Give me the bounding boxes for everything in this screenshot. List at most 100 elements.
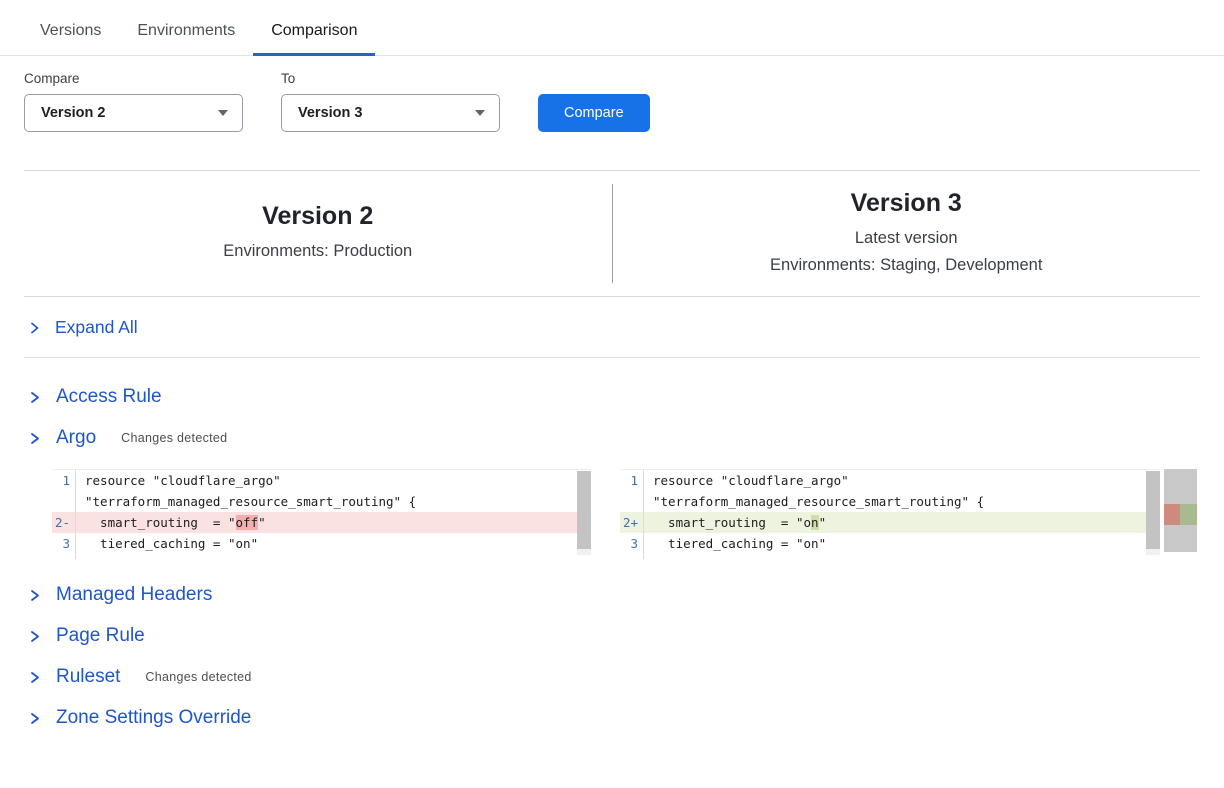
- code-text: }: [76, 554, 93, 559]
- version-right-latest-label: Latest version: [613, 225, 1201, 252]
- chevron-right-icon: [28, 321, 41, 335]
- chevron-right-icon: [28, 431, 41, 446]
- line-number: 2-: [52, 512, 76, 533]
- code-text: smart_routing = "off": [76, 512, 266, 533]
- compare-form: Compare Version 2 To Version 3 Compare: [0, 56, 1224, 132]
- version-headers: Version 2 Environments: Production Versi…: [24, 171, 1200, 296]
- code-segment: tiered_caching = "on": [85, 536, 258, 551]
- scrollbar-thumb[interactable]: [1146, 471, 1160, 549]
- diff-line: "terraform_managed_resource_smart_routin…: [52, 491, 591, 512]
- chevron-right-icon: [28, 711, 41, 726]
- to-version-select[interactable]: Version 3: [281, 94, 500, 132]
- section-toggle-page-rule[interactable]: Page Rule: [28, 625, 1196, 647]
- tab-comparison[interactable]: Comparison: [253, 22, 375, 55]
- compare-version-value: Version 2: [41, 105, 105, 121]
- to-label: To: [281, 71, 500, 86]
- code-segment: resource "cloudflare_argo": [85, 473, 281, 488]
- chevron-down-icon: [475, 110, 485, 116]
- sections-list: Access Rule Argo Changes detected 1 resource…: [0, 358, 1224, 729]
- section-label: Access Rule: [56, 386, 162, 408]
- diff-line: }: [52, 554, 591, 559]
- changes-detected-badge: Changes detected: [121, 431, 227, 445]
- diff-panel-left: 1 resource "cloudflare_argo" "terraform_ma…: [52, 469, 591, 559]
- line-number: [620, 491, 644, 512]
- vertical-scrollbar[interactable]: [1146, 471, 1160, 555]
- section-label: Zone Settings Override: [56, 707, 251, 729]
- chevron-right-icon: [28, 670, 41, 685]
- diff-overview-ruler[interactable]: [1164, 469, 1197, 552]
- chevron-right-icon: [28, 629, 41, 644]
- vertical-scrollbar[interactable]: [577, 471, 591, 555]
- version-right-title: Version 3: [613, 189, 1201, 218]
- code-text: smart_routing = "on": [644, 512, 826, 533]
- code-text: resource "cloudflare_argo": [644, 470, 849, 491]
- section-toggle-managed-headers[interactable]: Managed Headers: [28, 584, 1196, 606]
- changed-text-highlight: n: [811, 515, 819, 530]
- version-right-header: Version 3 Latest version Environments: S…: [613, 171, 1201, 296]
- line-number: [52, 491, 76, 512]
- to-version-value: Version 3: [298, 105, 362, 121]
- code-segment: ": [258, 515, 266, 530]
- overview-removed-mark: [1164, 504, 1180, 525]
- line-number: 2+: [620, 512, 644, 533]
- section-toggle-zone-settings-override[interactable]: Zone Settings Override: [28, 707, 1196, 729]
- line-number: [620, 554, 644, 559]
- code-segment: ": [819, 515, 827, 530]
- diff-right-group: 1 resource "cloudflare_argo" "terraform_ma…: [620, 469, 1197, 559]
- tab-environments[interactable]: Environments: [119, 22, 253, 55]
- version-left-subtitle: Environments: Production: [24, 238, 612, 265]
- diff-line: 3 tiered_caching = "on": [52, 533, 591, 554]
- changed-text-highlight: off: [236, 515, 259, 530]
- code-text: tiered_caching = "on": [76, 533, 258, 554]
- section-label: Managed Headers: [56, 584, 212, 606]
- section-toggle-ruleset[interactable]: Ruleset Changes detected: [28, 666, 1196, 688]
- changes-detected-badge: Changes detected: [145, 670, 251, 684]
- code-text: "terraform_managed_resource_smart_routin…: [76, 491, 416, 512]
- code-segment: resource "cloudflare_argo": [653, 473, 849, 488]
- diff-line: }: [620, 554, 1160, 559]
- code-segment: smart_routing = ": [85, 515, 236, 530]
- compare-version-select[interactable]: Version 2: [24, 94, 243, 132]
- chevron-down-icon: [218, 110, 228, 116]
- diff-line: 2- smart_routing = "off": [52, 512, 591, 533]
- compare-label: Compare: [24, 71, 243, 86]
- code-segment: smart_routing = "o: [653, 515, 811, 530]
- line-number: 3: [620, 533, 644, 554]
- diff-line: 2+ smart_routing = "on": [620, 512, 1160, 533]
- diff-line: 1 resource "cloudflare_argo": [620, 470, 1160, 491]
- line-number: 1: [620, 470, 644, 491]
- diff-line: 3 tiered_caching = "on": [620, 533, 1160, 554]
- compare-field: Compare Version 2: [24, 71, 243, 132]
- diff-panel-right: 1 resource "cloudflare_argo" "terraform_ma…: [620, 469, 1160, 559]
- chevron-right-icon: [28, 390, 41, 405]
- code-segment: tiered_caching = "on": [653, 536, 826, 551]
- section-label: Ruleset: [56, 666, 120, 688]
- section-label: Page Rule: [56, 625, 145, 647]
- version-left-header: Version 2 Environments: Production: [24, 171, 612, 296]
- tab-versions[interactable]: Versions: [22, 22, 119, 55]
- code-text: }: [644, 554, 661, 559]
- code-segment: }: [653, 557, 661, 559]
- line-number: 1: [52, 470, 76, 491]
- chevron-right-icon: [28, 588, 41, 603]
- line-number: [52, 554, 76, 559]
- expand-all-toggle[interactable]: Expand All: [24, 297, 1200, 358]
- version-left-title: Version 2: [24, 202, 612, 231]
- expand-all-label: Expand All: [55, 317, 138, 338]
- code-text: "terraform_managed_resource_smart_routin…: [644, 491, 984, 512]
- section-toggle-argo[interactable]: Argo Changes detected: [28, 427, 1196, 449]
- compare-button[interactable]: Compare: [538, 94, 650, 132]
- code-segment: }: [85, 557, 93, 559]
- overview-added-mark: [1180, 504, 1197, 525]
- line-number: 3: [52, 533, 76, 554]
- scrollbar-thumb[interactable]: [577, 471, 591, 549]
- diff-line: 1 resource "cloudflare_argo": [52, 470, 591, 491]
- diff-line: "terraform_managed_resource_smart_routin…: [620, 491, 1160, 512]
- code-text: tiered_caching = "on": [644, 533, 826, 554]
- section-label: Argo: [56, 427, 96, 449]
- code-segment: "terraform_managed_resource_smart_routin…: [85, 494, 416, 509]
- to-field: To Version 3: [281, 71, 500, 132]
- tab-bar: Versions Environments Comparison: [0, 0, 1224, 56]
- version-right-subtitle: Environments: Staging, Development: [613, 252, 1201, 279]
- section-toggle-access-rule[interactable]: Access Rule: [28, 386, 1196, 408]
